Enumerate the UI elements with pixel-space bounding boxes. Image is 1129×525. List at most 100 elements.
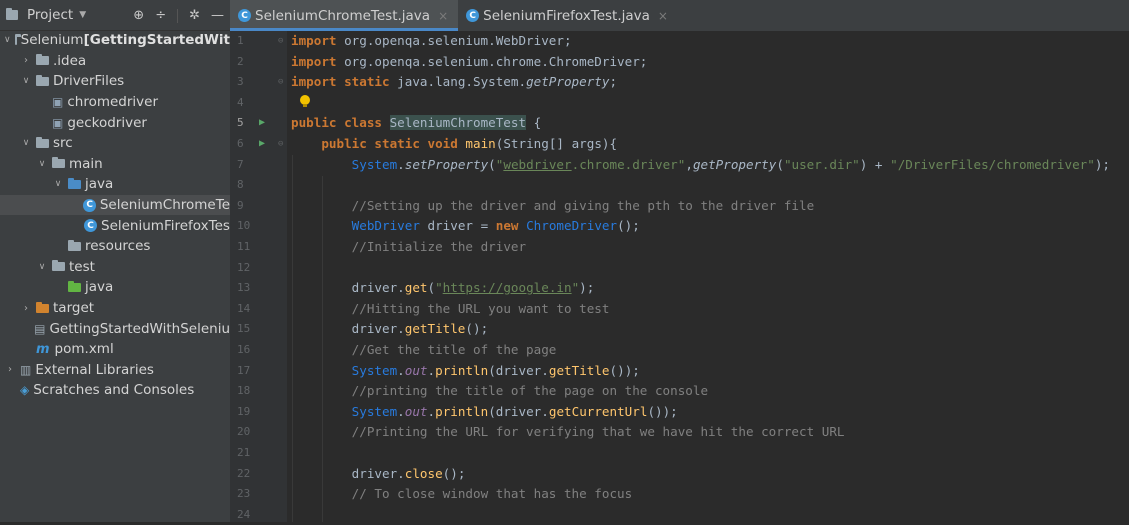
gutter-line[interactable]: 7 xyxy=(230,155,287,176)
chevron-down-icon[interactable]: ∨ xyxy=(52,179,64,189)
code-token: "/DriverFiles/chromedriver" xyxy=(890,156,1095,172)
code-line[interactable]: //Get the title of the page xyxy=(291,340,557,361)
code-line[interactable]: //Initialize the driver xyxy=(291,237,526,258)
project-tree[interactable]: ∨ Selenium [GettingStartedWit › .idea ∨ Drive… xyxy=(0,30,230,401)
code-line[interactable]: import org.openqa.selenium.WebDriver; xyxy=(291,31,572,52)
tree-item-seleniumfirefoxtes[interactable]: ›CSeleniumFirefoxTes xyxy=(0,215,230,236)
tree-item-test[interactable]: ∨ test xyxy=(0,257,230,278)
code-line[interactable]: System.out.println(driver.getTitle()); xyxy=(291,361,640,382)
tree-item-driverfiles[interactable]: ∨ DriverFiles xyxy=(0,71,230,92)
gutter-line[interactable]: 23 xyxy=(230,484,287,505)
code-editor[interactable]: import org.openqa.selenium.WebDriver; imp… xyxy=(287,31,1129,522)
code-line[interactable]: public class SeleniumChromeTest { xyxy=(291,113,541,134)
gutter-line[interactable]: 12 xyxy=(230,258,287,279)
code-line[interactable]: driver.close(); xyxy=(291,464,466,485)
tree-item-scratches-and-consoles[interactable]: ›◈Scratches and Consoles xyxy=(0,380,230,401)
gutter-line[interactable]: 2 xyxy=(230,52,287,73)
gutter-line[interactable]: 8 xyxy=(230,175,287,196)
folder-icon xyxy=(36,54,49,66)
chevron-right-icon[interactable]: › xyxy=(20,55,32,66)
code-line[interactable]: public static void main(String[] args){ xyxy=(291,134,617,155)
code-line[interactable]: //printing the title of the page on the … xyxy=(291,381,708,402)
gutter-line[interactable]: 10 xyxy=(230,216,287,237)
gutter-line[interactable]: 22 xyxy=(230,464,287,485)
gutter-line[interactable]: 11 xyxy=(230,237,287,258)
chevron-down-icon[interactable]: ∨ xyxy=(36,262,48,272)
gutter-line[interactable]: 4 xyxy=(230,93,287,114)
close-icon[interactable]: × xyxy=(438,9,448,23)
tree-item-main[interactable]: ∨ main xyxy=(0,154,230,175)
line-number: 22 xyxy=(237,466,251,480)
collapse-all-icon[interactable]: ÷ xyxy=(155,8,166,23)
code-line[interactable]: //Setting up the driver and giving the p… xyxy=(291,196,815,217)
tree-item-java[interactable]: ›java xyxy=(0,277,230,298)
chevron-down-icon[interactable]: ∨ xyxy=(36,159,48,169)
gutter-line[interactable]: 14 xyxy=(230,299,287,320)
tree-item-java[interactable]: ∨ java xyxy=(0,174,230,195)
run-icon[interactable]: ▶ xyxy=(259,134,265,155)
code-line[interactable]: System.setProperty("webdriver.chrome.dri… xyxy=(291,155,1110,176)
project-view-selector[interactable]: Project xyxy=(27,7,73,23)
gutter-line[interactable]: 21 xyxy=(230,443,287,464)
tree-item-idea[interactable]: › .idea xyxy=(0,51,230,72)
close-icon[interactable]: × xyxy=(658,9,668,23)
run-icon[interactable]: ▶ xyxy=(259,113,265,134)
tree-item-pom-xml[interactable]: ›mpom.xml xyxy=(0,339,230,360)
gutter-line[interactable]: 18 xyxy=(230,381,287,402)
editor-gutter[interactable]: 1 ⊖ 2 3 ⊖ 4 5 ▶ 6 ▶ ⊖ 7 8 9 10 11 12 13 14 15 16 17 18 19 20 21 22… xyxy=(230,31,287,522)
tree-item-external-libraries[interactable]: › ▥ External Libraries xyxy=(0,360,230,381)
gutter-line[interactable]: 5 ▶ xyxy=(230,113,287,134)
gutter-line[interactable]: 1 ⊖ xyxy=(230,31,287,52)
fold-marker-icon[interactable]: ⊖ xyxy=(278,31,283,52)
code-line[interactable]: import static java.lang.System.getProper… xyxy=(291,72,617,93)
gutter-line[interactable]: 17 xyxy=(230,361,287,382)
code-token: ()); xyxy=(609,362,640,378)
tree-item-src[interactable]: ∨ src xyxy=(0,133,230,154)
gutter-line[interactable]: 16 xyxy=(230,340,287,361)
chevron-down-icon[interactable]: ▼ xyxy=(79,10,86,20)
code-line[interactable]: WebDriver driver = new ChromeDriver(); xyxy=(291,216,640,237)
gutter-line[interactable]: 20 xyxy=(230,422,287,443)
tree-item-geckodriver[interactable]: ›▣geckodriver xyxy=(0,112,230,133)
code-line[interactable]: //Printing the URL for verifying that we… xyxy=(291,422,845,443)
tree-item-gettingstartedwithseleniu[interactable]: ›▤GettingStartedWithSeleniu xyxy=(0,318,230,339)
code-token: WebDriver xyxy=(351,218,420,234)
gutter-line[interactable]: 9 xyxy=(230,196,287,217)
gutter-line[interactable]: 6 ▶ ⊖ xyxy=(230,134,287,155)
code-line[interactable]: driver.getTitle(); xyxy=(291,319,489,340)
tree-item-label: main xyxy=(69,155,103,172)
chevron-right-icon[interactable]: › xyxy=(20,303,32,314)
chevron-down-icon[interactable]: ∨ xyxy=(20,138,32,148)
tree-item-seleniumchromete[interactable]: ›CSeleniumChromeTe xyxy=(0,194,230,216)
toolbar-separator xyxy=(177,8,179,23)
tree-item-resources[interactable]: ›resources xyxy=(0,236,230,257)
tab-selenium-chrome-test[interactable]: C SeleniumChromeTest.java × xyxy=(230,0,459,31)
tree-item-selenium[interactable]: ∨ Selenium [GettingStartedWit xyxy=(0,30,230,51)
code-line[interactable]: //Hitting the URL you want to test xyxy=(291,299,610,320)
chevron-down-icon[interactable]: ∨ xyxy=(4,35,11,45)
fold-marker-icon[interactable]: ⊖ xyxy=(278,72,283,93)
code-token: main xyxy=(465,136,496,151)
gutter-line[interactable]: 13 xyxy=(230,278,287,299)
fold-marker-icon[interactable]: ⊖ xyxy=(278,134,283,155)
locate-file-icon[interactable]: ⊕ xyxy=(133,8,144,23)
chevron-down-icon[interactable]: ∨ xyxy=(20,76,32,86)
code-line[interactable]: driver.get("https://google.in"); xyxy=(291,278,595,299)
code-line[interactable]: // To close window that has the focus xyxy=(291,484,633,505)
tree-item-target[interactable]: › target xyxy=(0,298,230,319)
source-folder-icon xyxy=(68,177,81,189)
tab-selenium-firefox-test[interactable]: C SeleniumFirefoxTest.java × xyxy=(458,0,678,31)
tree-item-chromedriver[interactable]: ›▣chromedriver xyxy=(0,92,230,113)
tree-item-label: java xyxy=(85,176,114,193)
code-line[interactable]: import org.openqa.selenium.chrome.Chrome… xyxy=(291,52,647,73)
gutter-line[interactable]: 3 ⊖ xyxy=(230,72,287,93)
gear-icon[interactable]: ✲ xyxy=(189,8,200,23)
gutter-line[interactable]: 19 xyxy=(230,402,287,423)
lightbulb-icon[interactable] xyxy=(300,95,310,107)
chevron-right-icon[interactable]: › xyxy=(4,364,16,375)
code-line[interactable]: System.out.println(driver.getCurrentUrl(… xyxy=(291,402,678,423)
code-token: getTitle xyxy=(548,362,610,378)
hide-panel-icon[interactable]: — xyxy=(211,8,224,23)
gutter-line[interactable]: 15 xyxy=(230,319,287,340)
